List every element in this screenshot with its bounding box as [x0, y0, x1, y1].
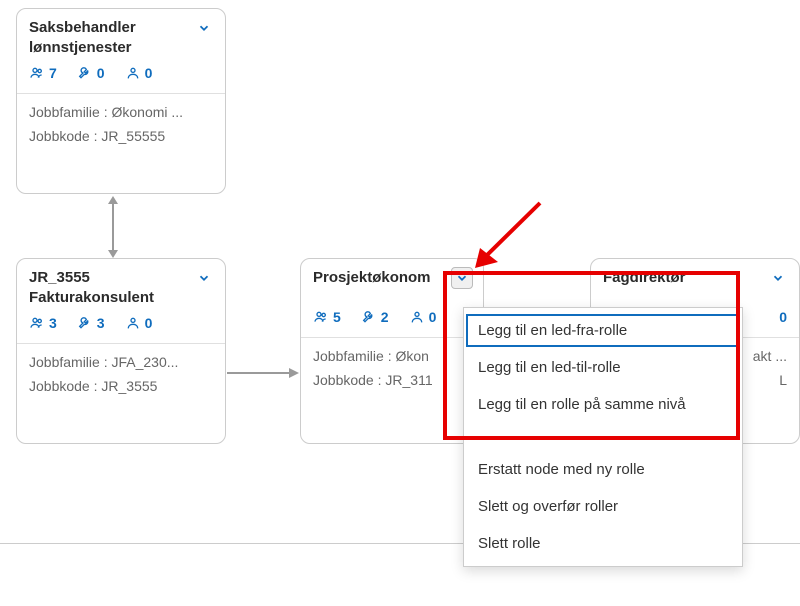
stat-group-value: 5 — [333, 309, 341, 325]
stat-wrench: 2 — [361, 309, 389, 325]
card-stats: 5 2 0 — [313, 309, 471, 325]
stat-person-value: 0 — [145, 315, 153, 331]
chevron-down-icon — [455, 271, 469, 285]
stat-group: 7 — [29, 65, 57, 81]
menu-led-fra[interactable]: Legg til en led-fra-rolle — [464, 312, 742, 349]
card-title: JR_3555 — [29, 269, 213, 287]
card-menu-button[interactable] — [193, 267, 215, 289]
card-title-line2: lønnstjenester — [29, 39, 213, 57]
group-icon — [29, 65, 45, 81]
card-fakturakonsulent: JR_3555 Fakturakonsulent 3 3 0 Jobbfamil… — [16, 258, 226, 444]
stat-person: 0 — [125, 315, 153, 331]
menu-slett-overfor[interactable]: Slett og overfør roller — [464, 488, 742, 525]
card-title: Saksbehandler — [29, 19, 213, 37]
wrench-icon — [361, 309, 377, 325]
stat-person-value: 0 — [429, 309, 437, 325]
person-icon — [125, 65, 141, 81]
divider — [17, 343, 225, 344]
stat-person: 0 — [779, 309, 787, 325]
card-menu-button[interactable] — [767, 267, 789, 289]
stat-wrench: 3 — [77, 315, 105, 331]
card-title: Fagdirektør — [603, 269, 787, 287]
stat-wrench-value: 2 — [381, 309, 389, 325]
menu-led-til[interactable]: Legg til en led-til-rolle — [464, 349, 742, 386]
person-icon — [125, 315, 141, 331]
card-menu-button[interactable] — [193, 17, 215, 39]
card-menu-button[interactable] — [451, 267, 473, 289]
divider — [301, 337, 483, 338]
jobbfamilie: Jobbfamilie : JFA_230... — [29, 354, 213, 370]
card-title-line2: Fakturakonsulent — [29, 289, 213, 307]
group-icon — [29, 315, 45, 331]
menu-erstatt[interactable]: Erstatt node med ny rolle — [464, 451, 742, 488]
menu-separator: ---------------------- — [464, 423, 742, 451]
card-stats: 7 0 0 — [29, 65, 213, 81]
stat-group: 5 — [313, 309, 341, 325]
stat-person: 0 — [409, 309, 437, 325]
group-icon — [313, 309, 329, 325]
menu-slett[interactable]: Slett rolle — [464, 525, 742, 562]
wrench-icon — [77, 65, 93, 81]
card-title: Prosjektøkonom — [313, 269, 471, 287]
connector-vertical — [104, 196, 122, 258]
divider — [17, 93, 225, 94]
card-prosjektokonom: Prosjektøkonom 5 2 0 Jobbfamilie : Økon … — [300, 258, 484, 444]
card-stats: 3 3 0 — [29, 315, 213, 331]
stat-group-value: 7 — [49, 65, 57, 81]
card-saksbehandler: Saksbehandler lønnstjenester 7 0 0 Jobbf… — [16, 8, 226, 194]
wrench-icon — [77, 315, 93, 331]
person-icon — [409, 309, 425, 325]
stat-person: 0 — [125, 65, 153, 81]
stat-wrench-value: 3 — [97, 315, 105, 331]
stat-group: 3 — [29, 315, 57, 331]
jobbkode: Jobbkode : JR_3555 — [29, 378, 213, 394]
connector-horizontal — [227, 366, 299, 380]
jobbfamilie: Jobbfamilie : Økon — [313, 348, 471, 364]
stat-wrench: 0 — [77, 65, 105, 81]
chevron-down-icon — [771, 271, 785, 285]
stat-person-value: 0 — [779, 309, 787, 325]
chevron-down-icon — [197, 21, 211, 35]
jobbkode: Jobbkode : JR_55555 — [29, 128, 213, 144]
stat-wrench-value: 0 — [97, 65, 105, 81]
jobbkode: Jobbkode : JR_311 — [313, 372, 471, 388]
jobbfamilie: Jobbfamilie : Økonomi ... — [29, 104, 213, 120]
chevron-down-icon — [197, 271, 211, 285]
card-context-menu: Legg til en led-fra-rolle Legg til en le… — [463, 307, 743, 567]
stat-person-value: 0 — [145, 65, 153, 81]
stat-group-value: 3 — [49, 315, 57, 331]
menu-samme-niva[interactable]: Legg til en rolle på samme nivå — [464, 386, 742, 423]
